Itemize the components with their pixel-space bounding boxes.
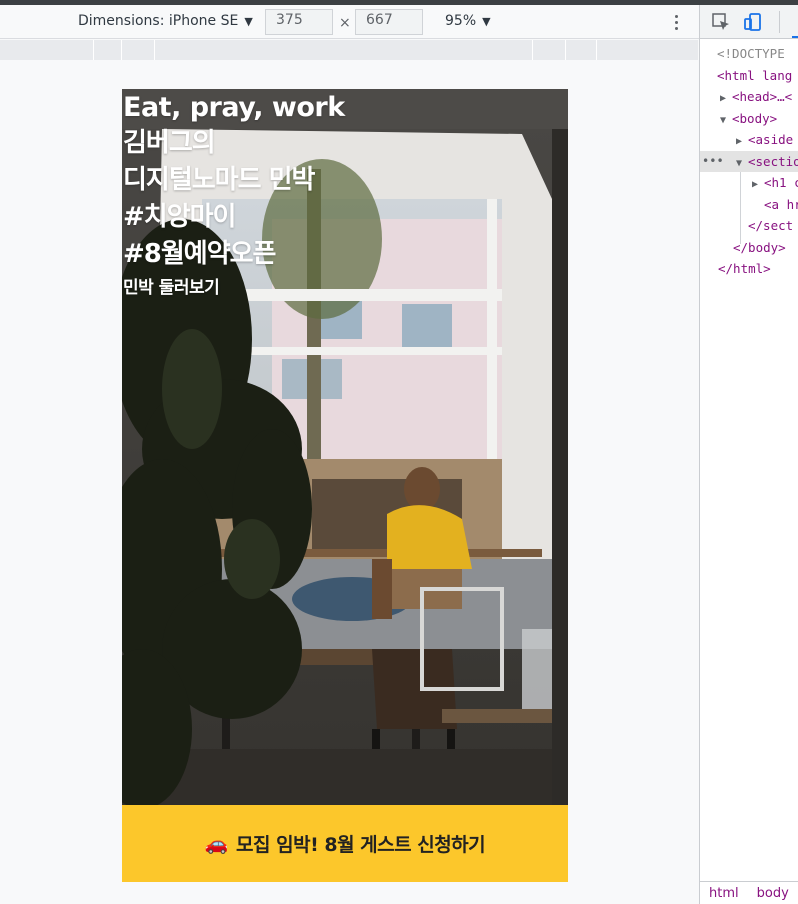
viewport-width-input[interactable]: 375 xyxy=(265,9,333,35)
hero-line-1: Eat, pray, work xyxy=(123,92,345,123)
zoom-label: 95% xyxy=(445,13,477,29)
device-dimensions-label: Dimensions: iPhone SE xyxy=(78,13,239,29)
viewport-height-input[interactable]: 667 xyxy=(355,9,423,35)
ruler-segment[interactable] xyxy=(121,40,122,60)
devtools-panel: <!DOCTYPE <html lang ▶ <head>…< ▼ <body> ▶… xyxy=(699,5,798,904)
toolbar-divider xyxy=(779,11,780,33)
device-screen: Eat, pray, work 김버그의 디지털노마드 민박 #치앙마이 #8월… xyxy=(122,89,568,882)
tree-node[interactable]: ▶ <h1 c xyxy=(700,172,798,194)
device-dimensions-select[interactable]: Dimensions: iPhone SE ▼ xyxy=(78,13,253,29)
device-toolbar: Dimensions: iPhone SE ▼ 375 × 667 95% ▼ xyxy=(0,5,700,39)
more-dots-icon[interactable]: ••• xyxy=(702,151,724,173)
breadcrumb-body[interactable]: body xyxy=(757,886,789,901)
chevron-down-icon: ▼ xyxy=(244,14,253,28)
breadcrumb-html[interactable]: html xyxy=(709,886,739,901)
browse-guesthouse-link[interactable]: 민박 둘러보기 xyxy=(123,275,345,301)
tree-node[interactable]: <!DOCTYPE xyxy=(700,43,798,65)
hero-line-5: #8월예약오픈 xyxy=(123,239,276,269)
ruler-segment[interactable] xyxy=(154,40,155,60)
zoom-select[interactable]: 95% ▼ xyxy=(445,13,491,29)
devtools-toolbar xyxy=(700,5,798,39)
collapse-triangle-icon[interactable]: ▼ xyxy=(720,110,732,132)
device-toggle-icon[interactable] xyxy=(744,13,762,31)
tree-node[interactable]: </html> xyxy=(700,258,798,280)
tree-node[interactable]: </body> xyxy=(700,237,798,259)
hero-line-3: 디지털노마드 민박 xyxy=(123,165,315,195)
tree-node[interactable]: <a hr xyxy=(700,194,798,216)
tree-node[interactable]: ▶ <aside xyxy=(700,129,798,151)
tree-node[interactable]: </sect xyxy=(700,215,798,237)
ruler-segment[interactable] xyxy=(532,40,533,60)
expand-triangle-icon[interactable]: ▶ xyxy=(736,131,748,153)
tree-node[interactable]: ▶ <head>…< xyxy=(700,86,798,108)
tree-node-selected[interactable]: ••• ▼ <sectio xyxy=(700,150,798,175)
ruler-segment[interactable] xyxy=(596,40,597,60)
indent-guide xyxy=(740,172,741,244)
active-tab-indicator xyxy=(792,36,798,38)
tree-node[interactable]: <html lang xyxy=(700,65,798,87)
hero-heading: Eat, pray, work 김버그의 디지털노마드 민박 #치앙마이 #8월… xyxy=(123,91,345,301)
breadcrumb: html body xyxy=(700,881,798,904)
media-query-ruler[interactable] xyxy=(0,40,698,60)
more-options-icon[interactable] xyxy=(668,10,684,34)
hero-line-2: 김버그의 xyxy=(123,128,216,158)
tree-node[interactable]: ▼ <body> xyxy=(700,108,798,130)
collapse-triangle-icon[interactable]: ▼ xyxy=(736,153,748,175)
ruler-segment[interactable] xyxy=(565,40,566,60)
chevron-down-icon: ▼ xyxy=(482,14,491,28)
dimension-separator: × xyxy=(339,15,351,31)
expand-triangle-icon[interactable]: ▶ xyxy=(752,174,764,196)
apply-guest-label: 모집 임박! 8월 게스트 신청하기 xyxy=(236,834,486,856)
inspect-element-icon[interactable] xyxy=(712,13,730,31)
expand-triangle-icon[interactable]: ▶ xyxy=(720,88,732,110)
hero-line-4: #치앙마이 xyxy=(123,202,236,232)
car-icon: 🚗 xyxy=(204,833,229,855)
elements-tree: <!DOCTYPE <html lang ▶ <head>…< ▼ <body> ▶… xyxy=(700,39,798,280)
apply-guest-button[interactable]: 🚗 모집 임박! 8월 게스트 신청하기 xyxy=(122,805,568,882)
ruler-segment[interactable] xyxy=(93,40,94,60)
